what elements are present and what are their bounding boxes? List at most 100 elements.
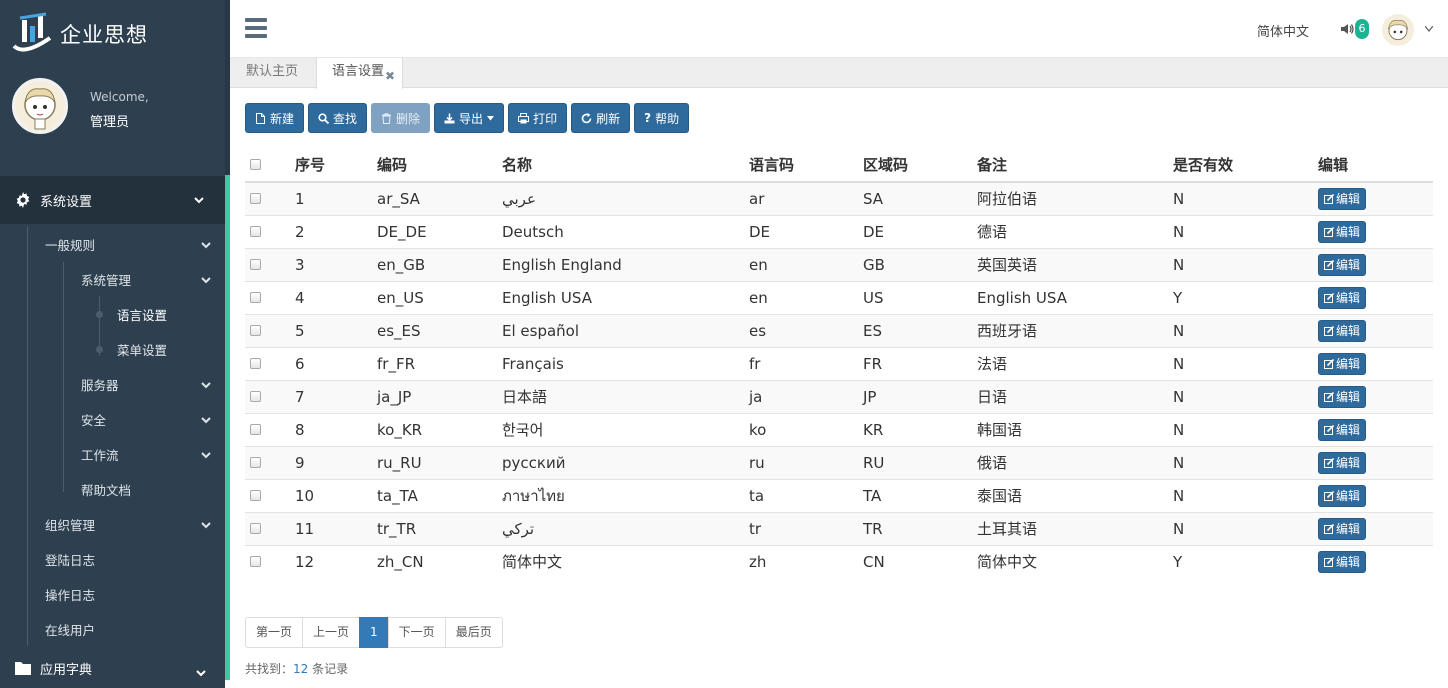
table-row[interactable]: 2 DE_DE Deutsch DE DE 德语 N 编辑 bbox=[245, 214, 1433, 248]
close-icon[interactable]: ✖ bbox=[385, 62, 395, 90]
tab-language-settings[interactable]: 语言设置 ✖ bbox=[316, 58, 403, 89]
table-row[interactable]: 3 en_GB English England en GB 英国英语 N 编辑 bbox=[245, 247, 1433, 281]
search-button[interactable]: 查找 bbox=[308, 103, 368, 133]
edit-button[interactable]: 编辑 bbox=[1318, 484, 1367, 507]
row-checkbox[interactable] bbox=[250, 424, 261, 435]
sidebar-item-general-rules[interactable]: 一般规则 bbox=[45, 227, 225, 262]
table-row[interactable]: 12 zh_CN 简体中文 zh CN 简体中文 Y 编辑 bbox=[245, 544, 1433, 578]
caret-down-icon[interactable] bbox=[1425, 26, 1433, 32]
edit-button[interactable]: 编辑 bbox=[1318, 187, 1367, 210]
column-header[interactable]: 是否有效 bbox=[1173, 147, 1318, 183]
edit-button[interactable]: 编辑 bbox=[1318, 385, 1367, 408]
row-checkbox[interactable] bbox=[250, 556, 261, 568]
row-code: fr_FR bbox=[377, 346, 502, 380]
row-select-cell bbox=[245, 346, 295, 380]
sidebar-item-online-users[interactable]: 在线用户 bbox=[45, 612, 225, 647]
sidebar-item-security[interactable]: 安全 bbox=[81, 402, 225, 437]
table-row[interactable]: 11 tr_TR تركي tr TR 土耳其语 N 编辑 bbox=[245, 511, 1433, 545]
edit-button[interactable]: 编辑 bbox=[1318, 319, 1367, 342]
row-checkbox[interactable] bbox=[250, 457, 261, 468]
row-checkbox[interactable] bbox=[250, 358, 261, 369]
table-row[interactable]: 7 ja_JP 日本語 ja JP 日语 N 编辑 bbox=[245, 379, 1433, 413]
user-avatar[interactable] bbox=[1382, 14, 1414, 46]
row-valid: N bbox=[1173, 214, 1318, 248]
table-row[interactable]: 1 ar_SA عربي ar SA 阿拉伯语 N 编辑 bbox=[245, 181, 1433, 215]
edit-button[interactable]: 编辑 bbox=[1318, 220, 1367, 243]
row-valid: Y bbox=[1173, 280, 1318, 314]
sidebar-item-help-docs[interactable]: 帮助文档 bbox=[81, 472, 225, 507]
sidebar-item-server[interactable]: 服务器 bbox=[81, 367, 225, 402]
sidebar-item-org-management[interactable]: 组织管理 bbox=[45, 507, 225, 542]
sidebar-item-label: 安全 bbox=[81, 413, 107, 428]
speaker-icon[interactable] bbox=[1340, 22, 1354, 36]
row-select-cell bbox=[245, 280, 295, 314]
help-button[interactable]: ? 帮助 bbox=[634, 103, 690, 133]
row-checkbox[interactable] bbox=[250, 259, 261, 270]
sidebar-item-label: 系统管理 bbox=[81, 273, 132, 288]
refresh-button[interactable]: 刷新 bbox=[571, 103, 631, 133]
sidebar-item-menu-settings[interactable]: 菜单设置 bbox=[117, 332, 217, 367]
column-header[interactable]: 语言码 bbox=[749, 147, 863, 183]
row-checkbox[interactable] bbox=[250, 193, 261, 205]
next-page-button[interactable]: 下一页 bbox=[387, 617, 446, 648]
first-page-button[interactable]: 第一页 bbox=[245, 617, 304, 648]
table-row[interactable]: 9 ru_RU русский ru RU 俄语 N 编辑 bbox=[245, 445, 1433, 479]
row-remark: 日语 bbox=[977, 379, 1173, 413]
column-header[interactable]: 序号 bbox=[295, 147, 377, 183]
row-valid: N bbox=[1173, 445, 1318, 479]
brand-logo-icon bbox=[12, 12, 52, 52]
row-checkbox[interactable] bbox=[250, 325, 261, 336]
edit-button[interactable]: 编辑 bbox=[1318, 352, 1367, 375]
tab-home[interactable]: 默认主页 bbox=[246, 58, 298, 88]
row-number: 10 bbox=[295, 478, 377, 512]
edit-button[interactable]: 编辑 bbox=[1318, 451, 1367, 474]
column-header[interactable]: 备注 bbox=[977, 147, 1173, 183]
edit-button[interactable]: 编辑 bbox=[1318, 253, 1367, 276]
sidebar-item-workflow[interactable]: 工作流 bbox=[81, 437, 225, 472]
new-button[interactable]: 新建 bbox=[245, 103, 305, 133]
last-page-button[interactable]: 最后页 bbox=[444, 617, 503, 648]
sidebar-item-system-management[interactable]: 系统管理 bbox=[81, 262, 225, 297]
menu-app-dictionary[interactable]: 应用字典 bbox=[0, 648, 225, 688]
row-checkbox[interactable] bbox=[250, 226, 261, 237]
current-page-button[interactable]: 1 bbox=[359, 617, 389, 648]
column-header[interactable]: 名称 bbox=[502, 147, 749, 183]
table-row[interactable]: 6 fr_FR Français fr FR 法语 N 编辑 bbox=[245, 346, 1433, 380]
sidebar-item-language-settings[interactable]: 语言设置 bbox=[117, 297, 217, 332]
prev-page-button[interactable]: 上一页 bbox=[302, 617, 361, 648]
sidebar-accent-bar bbox=[225, 175, 230, 680]
table-row[interactable]: 10 ta_TA ภาษาไทย ta TA 泰国语 N 编辑 bbox=[245, 478, 1433, 512]
column-header[interactable]: 区域码 bbox=[863, 147, 977, 183]
tab-bar: 默认主页 语言设置 ✖ bbox=[230, 58, 1448, 89]
table-row[interactable]: 8 ko_KR 한국어 ko KR 韩国语 N 编辑 bbox=[245, 412, 1433, 446]
menu-system-settings[interactable]: 系统设置 bbox=[0, 176, 225, 224]
edit-button[interactable]: 编辑 bbox=[1318, 286, 1367, 309]
row-checkbox[interactable] bbox=[250, 490, 261, 501]
sidebar-item-operation-log[interactable]: 操作日志 bbox=[45, 577, 225, 612]
select-all-checkbox[interactable] bbox=[250, 158, 261, 170]
column-header[interactable]: 编辑 bbox=[1318, 147, 1433, 183]
notification-badge[interactable]: 6 bbox=[1355, 19, 1369, 39]
brand[interactable]: 企业思想 bbox=[10, 12, 148, 56]
trash-icon bbox=[382, 112, 392, 124]
export-button[interactable]: 导出 bbox=[434, 103, 505, 133]
pagination: 第一页 上一页 1 下一页 最后页 bbox=[245, 617, 503, 648]
table-row[interactable]: 4 en_US English USA en US English USA Y 编辑 bbox=[245, 280, 1433, 314]
print-button[interactable]: 打印 bbox=[508, 103, 568, 133]
row-checkbox[interactable] bbox=[250, 292, 261, 303]
toolbar: 新建 查找 删除 导出 打印 刷新 ? 帮助 bbox=[245, 103, 690, 133]
row-select-cell bbox=[245, 478, 295, 512]
delete-button[interactable]: 删除 bbox=[371, 103, 431, 133]
row-language-code: tr bbox=[749, 511, 863, 545]
edit-button[interactable]: 编辑 bbox=[1318, 418, 1367, 441]
profile-avatar[interactable] bbox=[12, 78, 68, 134]
row-checkbox[interactable] bbox=[250, 391, 261, 402]
edit-button[interactable]: 编辑 bbox=[1318, 517, 1367, 540]
language-switch[interactable]: 简体中文 bbox=[1257, 21, 1309, 40]
column-header[interactable]: 编码 bbox=[377, 147, 502, 183]
table-row[interactable]: 5 es_ES El español es ES 西班牙语 N 编辑 bbox=[245, 313, 1433, 347]
row-checkbox[interactable] bbox=[250, 523, 261, 534]
menu-toggle-icon[interactable] bbox=[245, 18, 267, 38]
edit-button[interactable]: 编辑 bbox=[1318, 550, 1367, 573]
sidebar-item-login-log[interactable]: 登陆日志 bbox=[45, 542, 225, 577]
